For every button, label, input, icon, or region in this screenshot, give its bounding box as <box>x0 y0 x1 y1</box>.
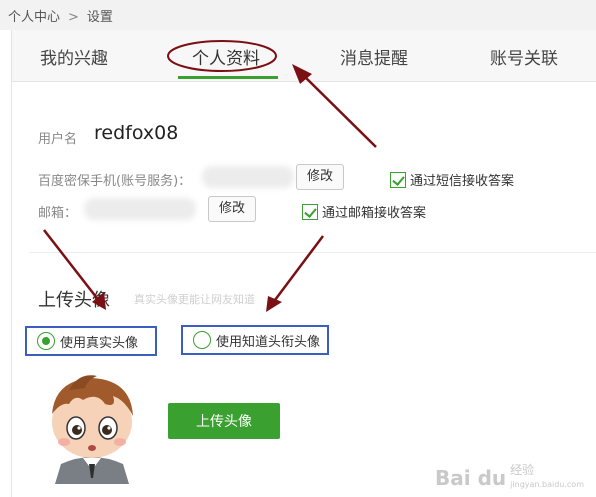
email-answer-option[interactable]: 通过邮箱接收答案 <box>302 202 426 221</box>
avatar-section-title: 上传头像 <box>38 290 110 311</box>
tab-notifications[interactable]: 消息提醒 <box>340 44 408 69</box>
email-value-blurred <box>84 198 196 220</box>
watermark-brand: Bai du <box>435 465 507 490</box>
watermark-sub2: jingyan.baidu.com <box>510 480 584 489</box>
rank-avatar-label: 使用知道头衔头像 <box>216 334 321 350</box>
option-real-avatar[interactable]: 使用真实头像 <box>25 326 157 356</box>
sms-answer-option[interactable]: 通过短信接收答案 <box>390 170 514 189</box>
settings-panel: 我的兴趣 个人资料 消息提醒 账号关联 用户名 redfox08 百度密保手机(… <box>11 30 596 497</box>
breadcrumb-home[interactable]: 个人中心 <box>8 10 60 25</box>
email-checkbox-label: 通过邮箱接收答案 <box>322 206 427 221</box>
real-avatar-label: 使用真实头像 <box>60 335 139 351</box>
username-value: redfox08 <box>94 122 179 144</box>
avatar-image <box>39 366 145 484</box>
breadcrumb-current: 设置 <box>86 10 113 25</box>
watermark-sub: 经验 jingyan.baidu.com <box>510 464 584 491</box>
section-divider <box>30 252 596 253</box>
email-label: 邮箱： <box>38 206 78 221</box>
phone-value-blurred <box>202 166 294 188</box>
email-edit-button[interactable]: 修改 <box>208 196 257 222</box>
baidu-jingyan-watermark: Bai du 经验 jingyan.baidu.com <box>435 464 584 491</box>
rank-avatar-radio[interactable] <box>193 331 211 349</box>
tab-bar: 我的兴趣 个人资料 消息提醒 账号关联 <box>12 30 596 82</box>
username-label: 用户名 <box>38 132 78 147</box>
sms-checkbox[interactable] <box>390 171 406 188</box>
tab-account-link[interactable]: 账号关联 <box>490 44 558 69</box>
option-rank-avatar[interactable]: 使用知道头衔头像 <box>181 325 329 355</box>
email-checkbox[interactable] <box>302 203 318 220</box>
avatar-section-hint: 真实头像更能让网友知道 <box>134 293 255 306</box>
phone-edit-button[interactable]: 修改 <box>296 164 345 190</box>
tab-profile[interactable]: 个人资料 <box>192 44 260 69</box>
watermark-sub1: 经验 <box>510 463 535 477</box>
phone-label: 百度密保手机(账号服务)： <box>38 174 192 189</box>
breadcrumb-separator: > <box>68 10 79 25</box>
active-tab-indicator <box>178 76 278 79</box>
real-avatar-radio[interactable] <box>37 332 55 350</box>
breadcrumb: 个人中心 > 设置 <box>0 0 596 30</box>
sms-checkbox-label: 通过短信接收答案 <box>410 174 515 189</box>
upload-avatar-button[interactable]: 上传头像 <box>168 403 280 439</box>
tab-interests[interactable]: 我的兴趣 <box>40 44 108 69</box>
